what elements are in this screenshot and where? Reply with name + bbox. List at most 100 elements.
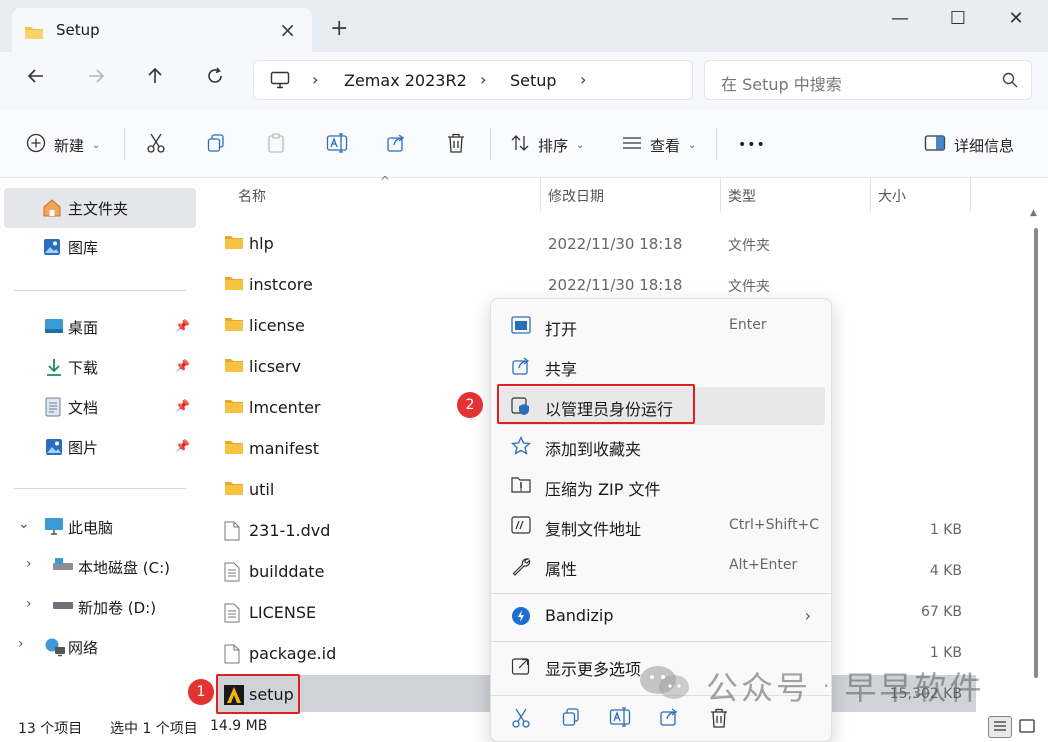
annotation-box-setup bbox=[216, 674, 300, 714]
sidebar-item-drive-d[interactable]: › 新加卷 (D:) bbox=[4, 587, 196, 627]
menu-label: 复制文件地址 bbox=[545, 520, 642, 539]
menu-item-properties[interactable]: 属性 Alt+Enter bbox=[499, 547, 825, 585]
menu-item-add-favorite[interactable]: 添加到收藏夹 bbox=[499, 427, 825, 465]
vertical-scrollbar[interactable] bbox=[1034, 228, 1038, 678]
column-header-name[interactable]: 名称 bbox=[238, 186, 266, 206]
toolbar-divider bbox=[124, 128, 125, 160]
tab-setup[interactable]: Setup × bbox=[12, 8, 312, 52]
file-name: util bbox=[249, 480, 275, 499]
breadcrumb-chevron-icon[interactable]: › bbox=[580, 70, 586, 89]
folder-icon bbox=[224, 316, 244, 336]
sidebar-item-documents[interactable]: 文档 📌 bbox=[4, 387, 196, 427]
chevron-right-icon[interactable]: › bbox=[26, 556, 32, 572]
new-button[interactable]: 新建 ⌄ bbox=[26, 132, 100, 158]
scroll-up-arrow-icon[interactable]: ▲ bbox=[1030, 208, 1037, 218]
cut-icon[interactable] bbox=[511, 707, 531, 733]
delete-button[interactable] bbox=[446, 132, 466, 158]
trash-icon[interactable] bbox=[709, 707, 729, 733]
sidebar-label: 此电脑 bbox=[68, 519, 114, 537]
details-label: 详细信息 bbox=[954, 136, 1015, 155]
menu-item-bandizip[interactable]: Bandizip › bbox=[499, 597, 825, 635]
up-arrow-icon[interactable] bbox=[137, 66, 173, 92]
copy-button[interactable] bbox=[206, 132, 226, 158]
cut-button[interactable] bbox=[146, 132, 166, 158]
breadcrumb-zemax[interactable]: Zemax 2023R2 bbox=[344, 71, 467, 90]
more-button[interactable]: ••• bbox=[738, 132, 766, 158]
address-bar[interactable]: › Zemax 2023R2 › Setup › bbox=[253, 60, 693, 100]
share-icon[interactable] bbox=[659, 707, 679, 731]
forward-arrow-icon[interactable] bbox=[78, 66, 114, 92]
file-name: hlp bbox=[249, 234, 274, 253]
breadcrumb-chevron-icon[interactable]: › bbox=[480, 70, 486, 89]
toolbar-divider bbox=[716, 128, 717, 160]
title-bar: Setup × + — ☐ ✕ bbox=[0, 0, 1048, 52]
trash-icon bbox=[446, 132, 466, 158]
column-header-size[interactable]: 大小 bbox=[878, 186, 906, 206]
breadcrumb-chevron-icon[interactable]: › bbox=[312, 70, 318, 89]
menu-divider bbox=[491, 641, 831, 642]
sidebar-item-drive-c[interactable]: › 本地磁盘 (C:) bbox=[4, 547, 196, 587]
pin-icon[interactable]: 📌 bbox=[175, 319, 190, 333]
maximize-button[interactable]: ☐ bbox=[938, 8, 978, 29]
copy-icon[interactable] bbox=[561, 707, 581, 731]
menu-label: 显示更多选项 bbox=[545, 660, 642, 679]
file-name: licserv bbox=[249, 357, 301, 376]
pin-icon[interactable]: 📌 bbox=[175, 399, 190, 413]
sidebar-item-gallery[interactable]: 图库 bbox=[4, 227, 196, 267]
sidebar-item-this-pc[interactable]: ⌄ 此电脑 bbox=[4, 507, 196, 547]
menu-label: 添加到收藏夹 bbox=[545, 440, 642, 459]
paste-button[interactable] bbox=[266, 132, 286, 158]
pin-icon[interactable]: 📌 bbox=[175, 359, 190, 373]
menu-item-compress-zip[interactable]: 压缩为 ZIP 文件 bbox=[499, 467, 825, 505]
column-header-date[interactable]: 修改日期 bbox=[548, 186, 604, 206]
rename-icon[interactable] bbox=[609, 707, 631, 731]
details-pane-icon bbox=[924, 134, 946, 156]
menu-item-share[interactable]: 共享 bbox=[499, 347, 825, 385]
refresh-icon[interactable] bbox=[197, 66, 233, 92]
details-button[interactable]: 详细信息 bbox=[924, 132, 1014, 158]
chevron-right-icon[interactable]: › bbox=[18, 636, 24, 652]
download-icon bbox=[44, 357, 64, 381]
column-divider[interactable] bbox=[540, 178, 541, 212]
breadcrumb-setup[interactable]: Setup bbox=[510, 71, 557, 90]
sidebar-item-desktop[interactable]: 桌面 📌 bbox=[4, 307, 196, 347]
pin-icon[interactable]: 📌 bbox=[175, 439, 190, 453]
rename-button[interactable] bbox=[326, 132, 348, 158]
close-window-button[interactable]: ✕ bbox=[996, 8, 1036, 29]
column-divider[interactable] bbox=[720, 178, 721, 212]
new-label: 新建 bbox=[54, 136, 85, 155]
menu-divider bbox=[491, 593, 831, 594]
home-icon bbox=[42, 198, 62, 222]
share-button[interactable] bbox=[386, 132, 406, 158]
new-tab-button[interactable]: + bbox=[330, 16, 348, 41]
folder-icon bbox=[224, 275, 244, 295]
close-tab-icon[interactable]: × bbox=[279, 18, 296, 42]
sidebar-item-home[interactable]: 主文件夹 bbox=[4, 188, 196, 228]
chevron-down-icon[interactable]: ⌄ bbox=[18, 516, 30, 532]
search-box[interactable]: 在 Setup 中搜索 bbox=[704, 60, 1032, 100]
sort-button[interactable]: 排序 ⌄ bbox=[510, 132, 584, 158]
column-divider[interactable] bbox=[870, 178, 871, 212]
minimize-button[interactable]: — bbox=[880, 8, 920, 29]
column-header-type[interactable]: 类型 bbox=[728, 186, 756, 206]
sidebar-item-downloads[interactable]: 下载 📌 bbox=[4, 347, 196, 387]
sidebar-label: 主文件夹 bbox=[68, 200, 129, 218]
menu-item-copy-path[interactable]: 复制文件地址 Ctrl+Shift+C bbox=[499, 507, 825, 545]
menu-item-open[interactable]: 打开 Enter bbox=[499, 307, 825, 345]
chevron-right-icon[interactable]: › bbox=[26, 596, 32, 612]
sidebar-item-network[interactable]: › 网络 bbox=[4, 627, 196, 667]
file-row[interactable]: hlp 2022/11/30 18:18 文件夹 bbox=[216, 224, 976, 265]
chevron-down-icon: ⌄ bbox=[576, 139, 585, 151]
file-name: lmcenter bbox=[249, 398, 321, 417]
file-size: 1 KB bbox=[929, 645, 962, 661]
sidebar-item-pictures[interactable]: 图片 📌 bbox=[4, 427, 196, 467]
selection-size: 14.9 MB bbox=[210, 718, 268, 734]
file-name: builddate bbox=[249, 562, 325, 581]
column-divider[interactable] bbox=[970, 178, 971, 212]
details-view-icon[interactable] bbox=[988, 716, 1012, 738]
tiles-view-icon[interactable] bbox=[1016, 716, 1040, 738]
gallery-icon bbox=[42, 237, 62, 261]
back-arrow-icon[interactable] bbox=[18, 66, 54, 92]
file-type: 文件夹 bbox=[728, 279, 770, 295]
view-button[interactable]: 查看 ⌄ bbox=[622, 132, 696, 158]
